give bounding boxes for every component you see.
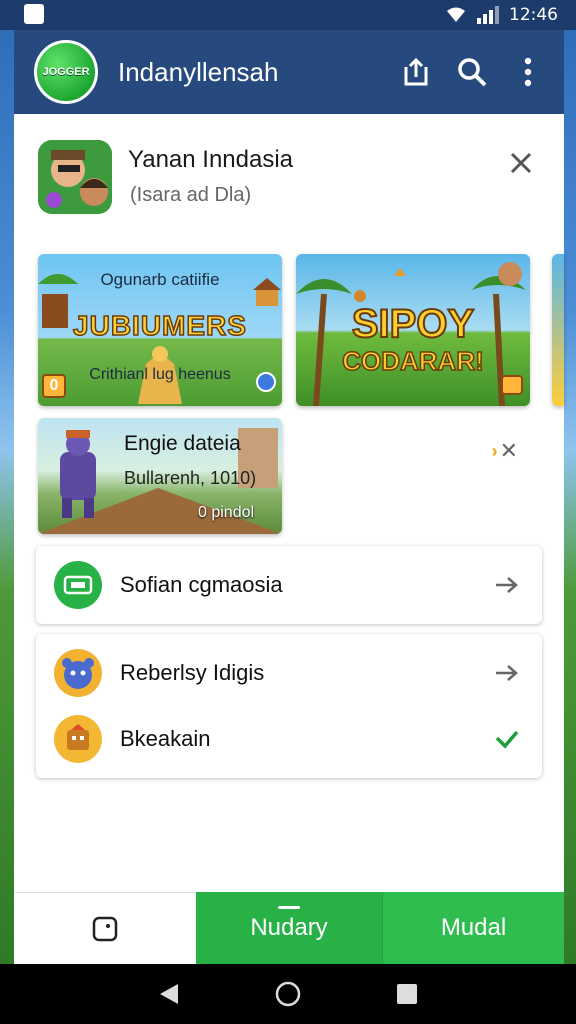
tab-nudary[interactable]: Nudary xyxy=(196,892,382,964)
home-button[interactable] xyxy=(268,974,308,1014)
background-scene-left xyxy=(0,30,14,964)
app-name: Yanan Inndasia xyxy=(128,146,294,173)
promo-banner[interactable]: Engie dateia Bullarenh, 1010) 0 pindol ›… xyxy=(38,418,538,536)
screenshot-1-top-text: Ogunarb catiifie xyxy=(100,270,220,289)
screenshot-2-headline-2: CODARAR! xyxy=(341,345,484,377)
promo-image: Engie dateia Bullarenh, 1010) 0 pindol xyxy=(38,418,282,534)
arrow-icon xyxy=(492,570,522,600)
back-button[interactable] xyxy=(149,974,189,1014)
bottom-nav: Nudary Mudal xyxy=(14,892,564,964)
card-1: Sofian cgmaosia xyxy=(36,546,542,624)
screenshot-1[interactable]: Ogunarb catiifie JUBIUMERS Crithianl lug… xyxy=(38,254,282,406)
list-item[interactable]: Sofian cgmaosia xyxy=(36,550,542,620)
close-icon xyxy=(510,152,532,174)
promo-title: Engie dateia xyxy=(124,432,241,455)
tab-mudal[interactable]: Mudal xyxy=(382,892,564,964)
ticket-icon xyxy=(54,561,102,609)
square-icon xyxy=(92,916,118,941)
list-item-label: Bkeakain xyxy=(120,726,211,751)
list-item-label: Sofian cgmaosia xyxy=(120,572,283,597)
game-app-icon xyxy=(38,140,112,214)
share-button[interactable] xyxy=(396,52,436,92)
promo-tag: 0 pindol xyxy=(198,504,255,521)
screenshot-1-headline: JUBIUMERS xyxy=(72,309,247,342)
close-button[interactable] xyxy=(504,146,538,180)
close-icon: ✕ xyxy=(499,438,518,463)
recents-button[interactable] xyxy=(387,974,427,1014)
app-logo-text: JOGGER xyxy=(42,66,90,78)
app-bar: JOGGER Indanyllensah xyxy=(14,30,564,114)
background-scene-right xyxy=(564,30,576,964)
tab-home[interactable] xyxy=(14,892,196,964)
bear-icon xyxy=(54,649,102,697)
arrow-icon xyxy=(492,658,522,688)
app-title: Indanyllensah xyxy=(118,56,279,87)
app-logo[interactable]: JOGGER xyxy=(34,40,98,104)
signal-icon xyxy=(477,6,499,24)
list-item[interactable]: Bkeakain xyxy=(36,704,542,774)
promo-dismiss-button[interactable]: › ✕ xyxy=(492,438,518,464)
tab-indicator xyxy=(278,906,300,909)
tab-label: Nudary xyxy=(250,914,328,941)
check-icon xyxy=(492,724,522,754)
status-bar: 12:46 xyxy=(0,0,576,30)
card-2: Reberlsy Idigis Bkeakain xyxy=(36,634,542,778)
screenshot-3-peek[interactable] xyxy=(552,254,564,406)
search-icon xyxy=(458,58,487,87)
more-options-button[interactable] xyxy=(508,52,548,92)
robot-icon xyxy=(54,715,102,763)
system-nav-bar xyxy=(0,964,576,1024)
list-item-label: Reberlsy Idigis xyxy=(120,660,265,685)
home-icon xyxy=(275,981,301,1007)
notification-icon xyxy=(24,4,44,24)
status-time: 12:46 xyxy=(509,5,558,25)
recents-icon xyxy=(396,984,417,1004)
screenshot-2-headline-1: SIPOY xyxy=(351,301,475,347)
tab-label: Mudal xyxy=(440,914,507,941)
screenshot-2[interactable]: SIPOY CODARAR! xyxy=(296,254,530,406)
characters-icon xyxy=(38,140,112,214)
back-icon xyxy=(160,984,179,1004)
screenshot-1-badge: 0 xyxy=(42,374,66,398)
promo-subtitle: Bullarenh, 1010) xyxy=(124,468,257,488)
app-subtitle: (Isara ad Dla) xyxy=(130,184,252,206)
chevron-right-icon: › xyxy=(491,440,498,461)
app-header: Yanan Inndasia (Isara ad Dla) xyxy=(38,140,538,220)
wifi-icon xyxy=(447,7,465,22)
search-button[interactable] xyxy=(452,52,492,92)
share-icon xyxy=(404,57,428,86)
more-vert-icon xyxy=(524,57,532,87)
screenshot-carousel[interactable]: Ogunarb catiifie JUBIUMERS Crithianl lug… xyxy=(38,254,564,406)
list-item[interactable]: Reberlsy Idigis xyxy=(36,638,542,708)
screenshot-1-bottom-text: Crithianl lug heenus xyxy=(89,366,231,383)
detail-panel: Yanan Inndasia (Isara ad Dla) Ogunarb ca… xyxy=(14,114,564,892)
